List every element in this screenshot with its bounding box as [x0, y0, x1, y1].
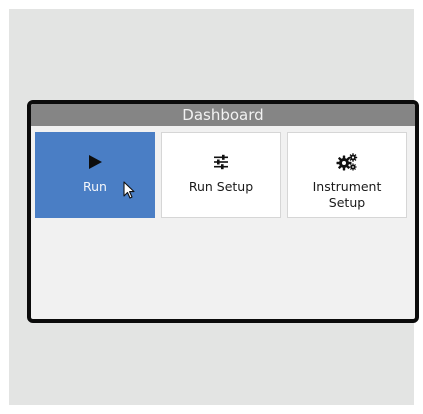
play-icon — [36, 153, 154, 171]
run-tile-button[interactable]: Run — [35, 132, 155, 218]
run-setup-tile-label: Run Setup — [188, 179, 254, 194]
mouse-cursor-icon — [123, 181, 135, 203]
instrument-setup-tile-label: Instrument Setup — [312, 179, 382, 210]
run-setup-tile-button[interactable]: Run Setup — [161, 132, 281, 218]
gears-icon — [288, 153, 406, 171]
instrument-setup-tile-button[interactable]: Instrument Setup — [287, 132, 407, 218]
run-tile-label: Run — [83, 179, 107, 194]
device-screen: Dashboard Run Run Setup Instrument Setup — [27, 100, 419, 323]
dashboard-title: Dashboard — [31, 104, 415, 126]
sliders-icon — [162, 153, 280, 171]
